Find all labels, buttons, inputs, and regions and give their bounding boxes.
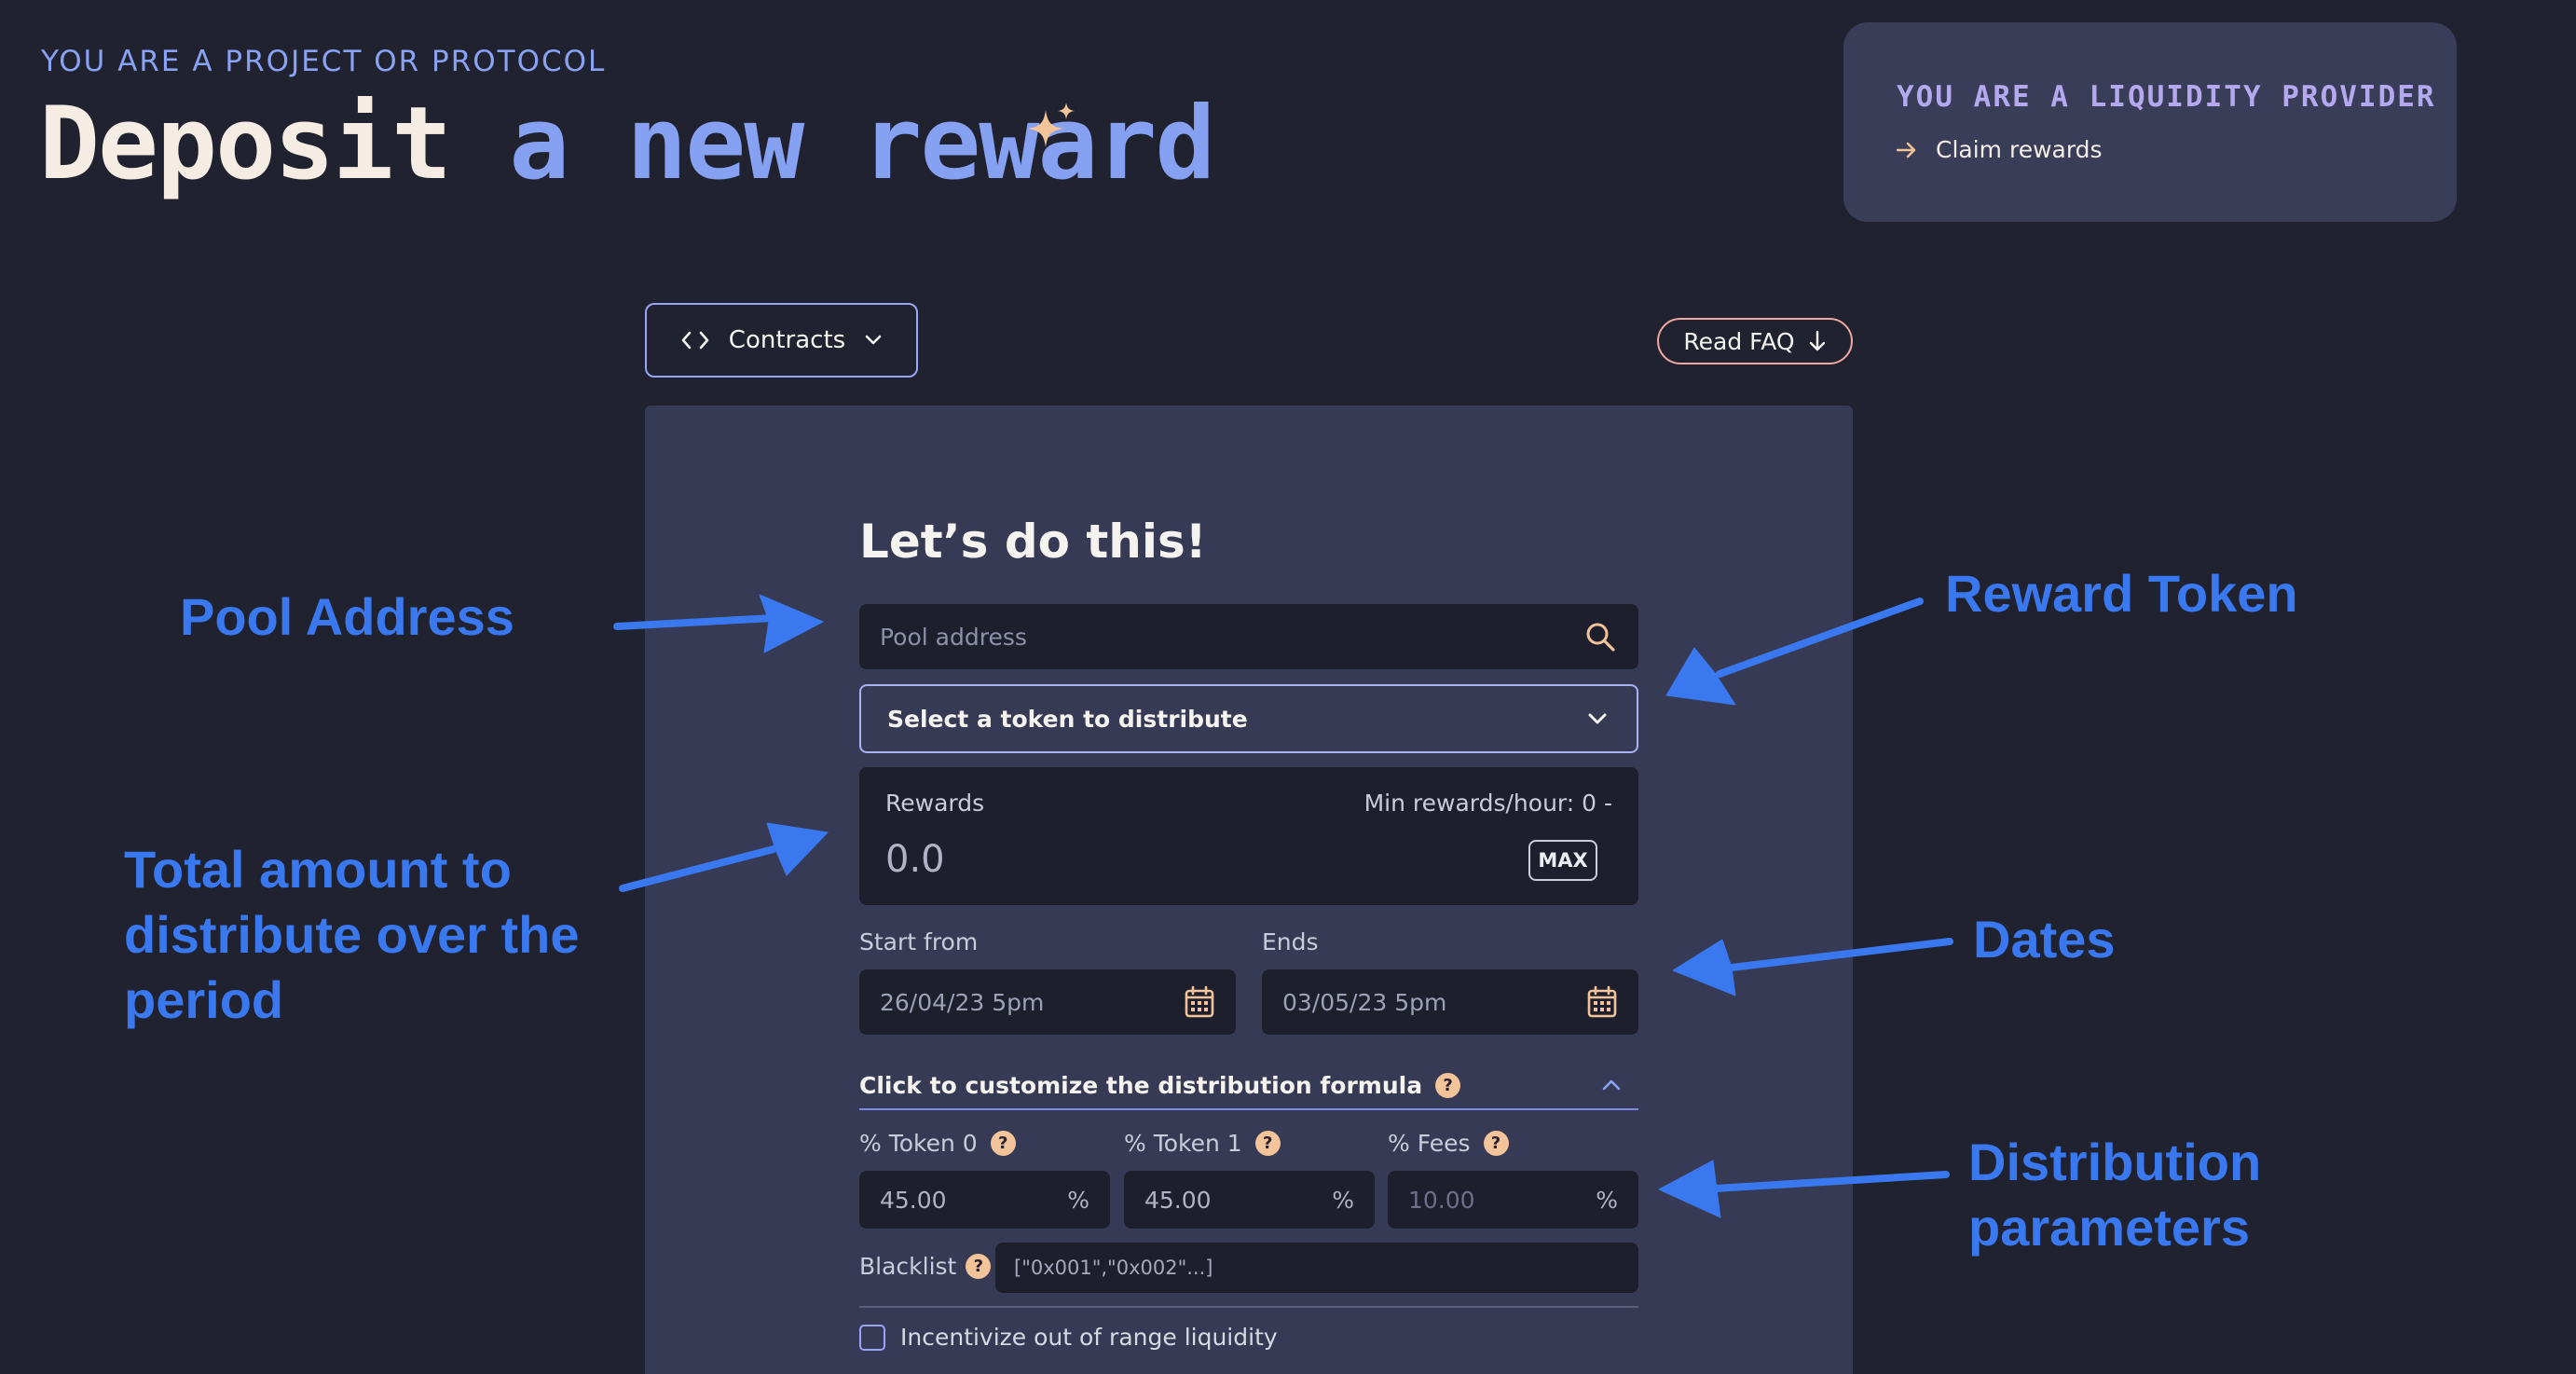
customize-formula-label: Click to customize the distribution form… bbox=[859, 1071, 1423, 1099]
page-title-part2: a new reward bbox=[509, 86, 1215, 202]
help-icon[interactable]: ? bbox=[1254, 1131, 1281, 1156]
calendar-icon[interactable] bbox=[1586, 985, 1618, 1019]
search-icon[interactable] bbox=[1584, 621, 1616, 653]
divider bbox=[859, 1306, 1638, 1308]
start-date-input[interactable]: 26/04/23 5pm bbox=[859, 969, 1236, 1035]
end-date-label: Ends bbox=[1262, 928, 1319, 955]
out-of-range-checkbox[interactable] bbox=[859, 1324, 885, 1351]
start-date-label: Start from bbox=[859, 928, 979, 955]
pool-address-input[interactable]: Pool address bbox=[859, 604, 1638, 669]
end-date-value: 03/05/23 5pm bbox=[1282, 988, 1447, 1016]
token0-value: 45.00 bbox=[880, 1186, 947, 1214]
percent-unit: % bbox=[1332, 1186, 1354, 1214]
annotation-pool-address: Pool Address bbox=[180, 587, 514, 646]
token0-percent-input[interactable]: 45.00 % bbox=[859, 1171, 1110, 1229]
out-of-range-row[interactable]: Incentivize out of range liquidity bbox=[859, 1324, 1278, 1351]
token1-label-row: % Token 1 ? bbox=[1124, 1130, 1281, 1157]
rewards-amount-field: Rewards Min rewards/hour: 0 - 0.0 MAX bbox=[859, 767, 1638, 905]
out-of-range-label: Incentivize out of range liquidity bbox=[900, 1324, 1278, 1351]
help-icon[interactable]: ? bbox=[1435, 1072, 1461, 1098]
fees-label-row: % Fees ? bbox=[1388, 1130, 1509, 1157]
fees-percent-input[interactable]: 10.00 % bbox=[1388, 1171, 1638, 1229]
start-date-value: 26/04/23 5pm bbox=[880, 988, 1045, 1016]
help-icon[interactable]: ? bbox=[990, 1131, 1016, 1156]
token1-label: % Token 1 bbox=[1124, 1130, 1242, 1157]
annotation-total-amount-line2: distribute over the bbox=[124, 905, 580, 964]
sparkle-icon bbox=[1027, 103, 1075, 147]
rewards-amount-input[interactable]: 0.0 bbox=[885, 838, 945, 881]
help-icon[interactable]: ? bbox=[1483, 1131, 1509, 1156]
percent-unit: % bbox=[1596, 1186, 1618, 1214]
annotation-total-amount: Total amount to distribute over the peri… bbox=[124, 837, 580, 1033]
liquidity-provider-card bbox=[1843, 22, 2457, 222]
claim-rewards-label: Claim rewards bbox=[1936, 136, 2103, 163]
calendar-icon[interactable] bbox=[1184, 985, 1215, 1019]
annotation-distribution: Distribution parameters bbox=[1968, 1130, 2261, 1260]
rewards-label: Rewards bbox=[885, 790, 985, 817]
read-faq-button[interactable]: Read FAQ bbox=[1657, 318, 1853, 364]
min-rewards-per-hour: Min rewards/hour: 0 - bbox=[1363, 790, 1612, 817]
section-eyebrow: YOU ARE A PROJECT OR PROTOCOL bbox=[41, 45, 607, 78]
read-faq-label: Read FAQ bbox=[1683, 327, 1795, 355]
page-title-part1: Deposit bbox=[39, 86, 452, 202]
blacklist-label: Blacklist bbox=[859, 1253, 957, 1280]
annotation-distribution-line1: Distribution bbox=[1968, 1133, 2262, 1191]
token1-value: 45.00 bbox=[1144, 1186, 1212, 1214]
contracts-button[interactable]: Contracts bbox=[645, 303, 918, 378]
token0-label: % Token 0 bbox=[859, 1130, 978, 1157]
reward-token-select[interactable]: Select a token to distribute bbox=[859, 684, 1638, 753]
end-date-input[interactable]: 03/05/23 5pm bbox=[1262, 969, 1638, 1035]
customize-formula-toggle[interactable]: Click to customize the distribution form… bbox=[859, 1062, 1638, 1110]
token0-label-row: % Token 0 ? bbox=[859, 1130, 1016, 1157]
arrow-down-icon bbox=[1809, 330, 1825, 351]
chevron-down-icon bbox=[1588, 713, 1607, 724]
lp-card-title: YOU ARE A LIQUIDITY PROVIDER bbox=[1897, 80, 2436, 114]
help-icon[interactable]: ? bbox=[966, 1254, 992, 1279]
annotation-dates: Dates bbox=[1973, 910, 2116, 969]
chevron-down-icon bbox=[865, 335, 882, 345]
code-icon bbox=[681, 331, 709, 350]
reward-token-select-label: Select a token to distribute bbox=[887, 705, 1248, 733]
blacklist-input[interactable]: ["0x001","0x002"...] bbox=[995, 1243, 1638, 1293]
annotation-distribution-line2: parameters bbox=[1968, 1198, 2250, 1257]
annotation-reward-token: Reward Token bbox=[1945, 564, 2298, 623]
contracts-label: Contracts bbox=[728, 326, 846, 354]
token1-percent-input[interactable]: 45.00 % bbox=[1124, 1171, 1375, 1229]
chevron-up-icon bbox=[1602, 1079, 1621, 1091]
pool-address-placeholder: Pool address bbox=[880, 623, 1027, 651]
blacklist-label-row: Blacklist ? bbox=[859, 1253, 992, 1280]
fees-value: 10.00 bbox=[1408, 1186, 1475, 1214]
fees-label: % Fees bbox=[1388, 1130, 1471, 1157]
annotation-total-amount-line3: period bbox=[124, 970, 284, 1029]
max-button[interactable]: MAX bbox=[1528, 840, 1597, 881]
annotation-total-amount-line1: Total amount to bbox=[124, 840, 512, 899]
form-title: Let’s do this! bbox=[859, 515, 1207, 569]
percent-unit: % bbox=[1067, 1186, 1089, 1214]
arrow-right-icon bbox=[1897, 142, 1916, 158]
claim-rewards-link[interactable]: Claim rewards bbox=[1897, 136, 2103, 163]
